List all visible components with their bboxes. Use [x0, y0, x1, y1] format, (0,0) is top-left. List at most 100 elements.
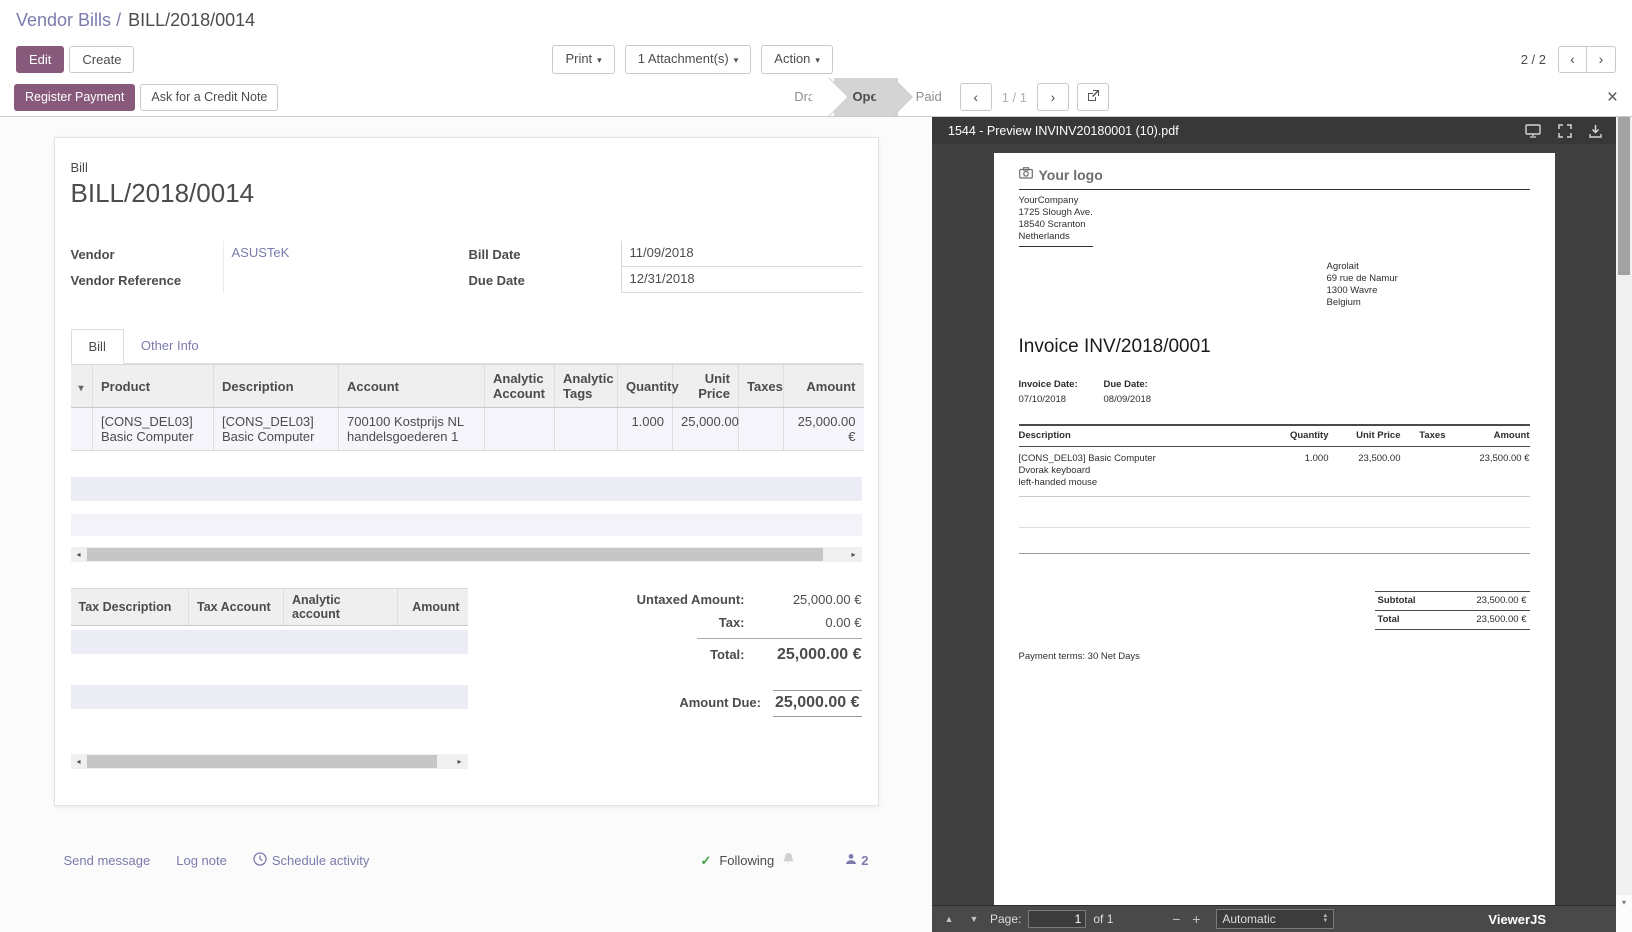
column-header-unit-price[interactable]: Unit Price [673, 365, 739, 408]
scrollbar-bottom[interactable] [1616, 895, 1632, 932]
print-dropdown-button[interactable]: Print [552, 45, 614, 74]
vendor-reference-value [223, 267, 469, 293]
edit-button[interactable]: Edit [16, 46, 64, 73]
vertical-scrollbar[interactable] [1616, 117, 1632, 932]
invoice-lines-table: Product Description Account Analytic Acc… [71, 364, 864, 451]
column-header-tax-description[interactable]: Tax Description [71, 589, 189, 626]
pdf-header-icons [1525, 124, 1602, 138]
breadcrumb-separator: / [116, 10, 121, 31]
scrollbar-track[interactable] [87, 547, 846, 562]
pdf-invoice-date-label: Invoice Date: [1019, 379, 1104, 391]
action-dropdown-button[interactable]: Action [761, 45, 833, 74]
attachment-next-button[interactable] [1037, 83, 1069, 111]
schedule-activity-label: Schedule activity [272, 853, 370, 868]
line-amount: 25,000.00 € [784, 408, 864, 451]
vendor-label: Vendor [71, 247, 223, 262]
zoom-out-button[interactable]: − [1168, 911, 1184, 927]
lines-horizontal-scrollbar[interactable] [71, 547, 862, 562]
vendor-value-link[interactable]: ASUSTeK [232, 245, 290, 260]
attachments-dropdown-button[interactable]: 1 Attachment(s) [625, 45, 752, 74]
column-header-product[interactable]: Product [93, 365, 214, 408]
pdf-page: Your logo YourCompany 1725 Slough Ave. 1… [994, 153, 1555, 905]
breadcrumb: Vendor Bills / BILL/2018/0014 [0, 0, 1632, 40]
record-next-button[interactable] [1587, 46, 1616, 73]
status-step-draft[interactable]: Draft [776, 78, 834, 116]
empty-row [71, 501, 862, 514]
schedule-activity-link[interactable]: Schedule activity [253, 852, 370, 869]
column-header-analytic-tags[interactable]: Analytic Tags [555, 365, 618, 408]
scroll-left-icon[interactable] [71, 754, 87, 769]
pdf-col-description: Description [1019, 425, 1269, 447]
scroll-down-icon [1622, 898, 1626, 932]
column-header-account[interactable]: Account [339, 365, 485, 408]
totals-block: Untaxed Amount: 25,000.00 € Tax: 0.00 € … [604, 588, 862, 769]
tab-bill[interactable]: Bill [71, 329, 124, 364]
pdf-subtotal-label: Subtotal [1378, 595, 1416, 607]
page-up-button[interactable]: ▲ [940, 914, 958, 924]
column-header-description[interactable]: Description [214, 365, 339, 408]
pdf-subtotal-value: 23,500.00 € [1476, 595, 1526, 607]
scroll-right-icon[interactable] [452, 754, 468, 769]
empty-row [71, 630, 468, 654]
scrollbar-track[interactable] [87, 754, 452, 769]
pdf-total-label: Total [1378, 614, 1400, 626]
presentation-icon[interactable] [1525, 124, 1541, 138]
column-header-analytic-account[interactable]: Analytic account [284, 589, 398, 626]
record-previous-button[interactable] [1558, 46, 1587, 73]
optional-columns-icon[interactable] [79, 379, 84, 394]
zoom-mode-select[interactable]: Automatic ▲▼ [1216, 909, 1334, 929]
external-link-icon [1087, 89, 1100, 105]
empty-row [71, 451, 862, 477]
scroll-left-icon[interactable] [71, 547, 87, 562]
zoom-in-button[interactable]: + [1188, 911, 1204, 927]
pdf-col-quantity: Quantity [1269, 425, 1329, 447]
column-header-tax-amount[interactable]: Amount [398, 589, 468, 626]
pdf-body[interactable]: Your logo YourCompany 1725 Slough Ave. 1… [932, 144, 1616, 905]
form-pane: Bill BILL/2018/0014 Vendor ASUSTeK Vendo… [0, 117, 932, 932]
tab-other-info[interactable]: Other Info [124, 329, 216, 363]
pdf-title: 1544 - Preview INVINV20180001 (10).pdf [948, 124, 1179, 138]
send-message-link[interactable]: Send message [64, 853, 151, 868]
column-header-analytic-account[interactable]: Analytic Account [485, 365, 555, 408]
scrollbar-thumb[interactable] [87, 548, 823, 561]
fullscreen-icon[interactable] [1558, 124, 1572, 138]
tax-lines-table: Tax Description Tax Account Analytic acc… [71, 588, 468, 626]
amount-due-value: 25,000.00 € [773, 690, 862, 717]
control-panel-dropdowns: Print 1 Attachment(s) Action [552, 45, 833, 74]
page-down-button[interactable]: ▼ [965, 914, 983, 924]
select-arrows-icon: ▲▼ [1322, 914, 1328, 924]
pdf-dates: Invoice Date: 07/10/2018 Due Date: 08/09… [1019, 379, 1530, 406]
download-icon[interactable] [1589, 124, 1602, 138]
open-in-new-window-button[interactable] [1077, 83, 1109, 111]
credit-note-button[interactable]: Ask for a Credit Note [140, 84, 278, 111]
column-header-tax-account[interactable]: Tax Account [189, 589, 284, 626]
pdf-header: 1544 - Preview INVINV20180001 (10).pdf [932, 117, 1616, 144]
column-header-quantity[interactable]: Quantity [618, 365, 673, 408]
breadcrumb-current: BILL/2018/0014 [128, 10, 255, 31]
scrollbar-thumb[interactable] [1618, 117, 1630, 275]
page-number-input[interactable] [1028, 910, 1086, 928]
status-step-label: Paid [916, 89, 942, 104]
status-step-label: Open [852, 89, 885, 104]
breadcrumb-parent-link[interactable]: Vendor Bills [16, 10, 111, 31]
person-icon [845, 853, 857, 868]
attachment-previous-button[interactable] [960, 83, 992, 111]
followers-button[interactable]: 2 [845, 853, 868, 868]
log-note-link[interactable]: Log note [176, 853, 227, 868]
invoice-line-row[interactable]: [CONS_DEL03] Basic Computer [CONS_DEL03]… [71, 408, 864, 451]
scrollbar-thumb[interactable] [87, 755, 437, 768]
column-header-taxes[interactable]: Taxes [739, 365, 784, 408]
lower-section: Tax Description Tax Account Analytic acc… [71, 588, 862, 769]
create-button[interactable]: Create [69, 46, 134, 73]
following-toggle[interactable]: Following [719, 853, 774, 868]
empty-row [71, 514, 862, 536]
close-preview-button[interactable] [1607, 88, 1618, 107]
main-content: Bill BILL/2018/0014 Vendor ASUSTeK Vendo… [0, 117, 1632, 932]
register-payment-button[interactable]: Register Payment [14, 84, 135, 111]
column-header-amount[interactable]: Amount [784, 365, 864, 408]
scroll-right-icon[interactable] [846, 547, 862, 562]
bell-icon[interactable] [782, 852, 795, 869]
tax-horizontal-scrollbar[interactable] [71, 754, 468, 769]
pdf-line-detail: Dvorak keyboard [1019, 465, 1269, 477]
pdf-line-description: [CONS_DEL03] Basic Computer [1019, 453, 1269, 465]
